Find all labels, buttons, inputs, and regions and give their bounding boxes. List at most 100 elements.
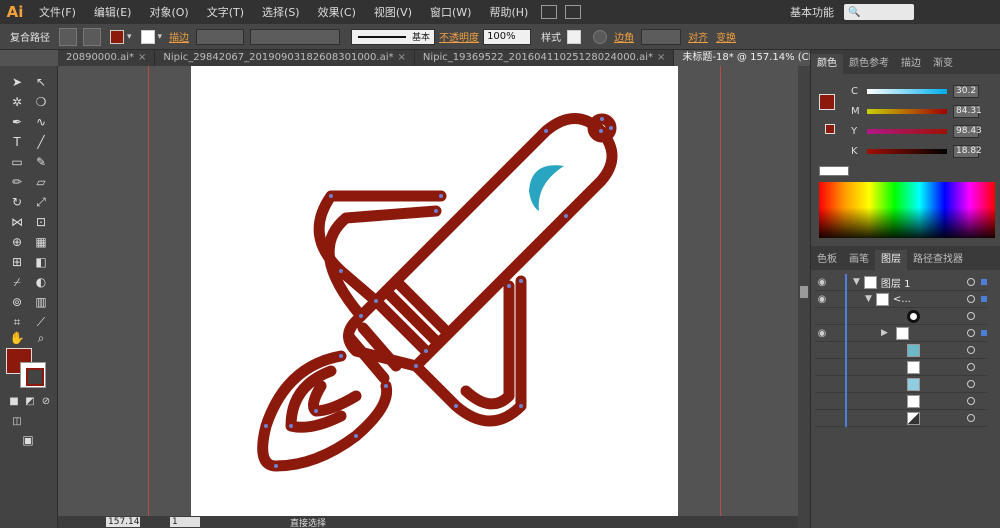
rocket-artwork[interactable] bbox=[191, 66, 678, 516]
tab-swatches[interactable]: 色板 bbox=[811, 250, 843, 270]
selection-indicator[interactable] bbox=[981, 279, 987, 285]
hand-tool-icon[interactable]: ✋ bbox=[9, 330, 25, 346]
chevron-down-icon[interactable]: ▼ bbox=[865, 294, 872, 304]
stroke-color-swatch[interactable] bbox=[140, 29, 155, 44]
eye-icon[interactable]: ◉ bbox=[815, 277, 829, 288]
eraser-icon[interactable]: ▱ bbox=[33, 174, 49, 190]
style-swatch[interactable] bbox=[567, 29, 582, 44]
close-icon[interactable]: × bbox=[398, 52, 406, 63]
screen-mode-icon[interactable]: ▣ bbox=[20, 432, 36, 448]
draw-mode-icon[interactable]: ◫ bbox=[9, 414, 25, 430]
chevron-down-icon[interactable]: ▾ bbox=[158, 32, 163, 42]
layer-row[interactable] bbox=[815, 358, 987, 376]
slider-track[interactable] bbox=[867, 88, 947, 94]
direct-selection-tool-icon[interactable]: ↖ bbox=[33, 74, 49, 90]
layer-row[interactable] bbox=[815, 409, 987, 427]
menu-view[interactable]: 视图(V) bbox=[365, 4, 421, 20]
rotate-icon[interactable]: ↻ bbox=[9, 194, 25, 210]
slice-tool-icon[interactable]: ⟋ bbox=[33, 314, 49, 330]
k-value-input[interactable]: 18.82 bbox=[953, 144, 982, 158]
gradient-tool-icon[interactable]: ◧ bbox=[33, 254, 49, 270]
eye-icon[interactable]: ◉ bbox=[815, 328, 829, 339]
artboard-tool-icon[interactable]: ⌗ bbox=[9, 314, 25, 330]
opacity-input[interactable]: 100% bbox=[483, 28, 532, 45]
mesh-tool-icon[interactable]: ⊞ bbox=[9, 254, 25, 270]
width-tool-icon[interactable]: ⋈ bbox=[9, 214, 25, 230]
lasso-icon[interactable]: ❍ bbox=[33, 94, 49, 110]
shape-builder-icon[interactable]: ⊕ bbox=[9, 234, 25, 250]
menu-window[interactable]: 窗口(W) bbox=[421, 4, 480, 20]
target-icon[interactable] bbox=[967, 329, 975, 337]
artboard[interactable] bbox=[191, 66, 678, 516]
m-value-input[interactable]: 84.31 bbox=[953, 104, 982, 118]
variable-width-field[interactable] bbox=[250, 28, 341, 45]
corner-field[interactable] bbox=[641, 28, 682, 45]
canvas-area[interactable] bbox=[58, 66, 798, 516]
artboard-nav-input[interactable]: 1 bbox=[170, 517, 200, 527]
corner-label[interactable]: 边角 bbox=[614, 29, 634, 44]
layer-row[interactable]: ◉ ▶ bbox=[815, 324, 987, 342]
gradient-mode-icon[interactable]: ◩ bbox=[22, 394, 38, 410]
curvature-tool-icon[interactable]: ∿ bbox=[33, 114, 49, 130]
none-mode-icon[interactable]: ⊘ bbox=[38, 394, 54, 410]
eyedropper-icon[interactable]: ⌿ bbox=[9, 274, 25, 290]
stroke-label[interactable]: 描边 bbox=[169, 29, 189, 44]
isolate-icon[interactable] bbox=[59, 27, 77, 46]
perspective-grid-icon[interactable]: ▦ bbox=[33, 234, 49, 250]
slider-track[interactable] bbox=[867, 148, 947, 154]
layer-row[interactable]: ◉ ▼ 图层 1 bbox=[815, 273, 987, 291]
slider-track[interactable] bbox=[867, 108, 947, 114]
selection-tool-icon[interactable]: ➤ bbox=[9, 74, 25, 90]
stroke-swatch[interactable] bbox=[20, 362, 46, 388]
scroll-thumb[interactable] bbox=[800, 286, 808, 298]
tab-stroke[interactable]: 描边 bbox=[895, 54, 927, 74]
tab-brushes[interactable]: 画笔 bbox=[843, 250, 875, 270]
current-fill-swatch[interactable] bbox=[819, 94, 835, 110]
none-white-swatches[interactable] bbox=[819, 166, 849, 176]
layer-row[interactable] bbox=[815, 392, 987, 410]
y-value-input[interactable]: 98.43 bbox=[953, 124, 982, 138]
tab-gradient[interactable]: 渐变 bbox=[927, 54, 959, 74]
transform-label[interactable]: 变换 bbox=[716, 29, 736, 44]
slider-m[interactable]: M 84.31 bbox=[851, 104, 996, 118]
close-icon[interactable]: × bbox=[138, 52, 146, 63]
target-icon[interactable] bbox=[967, 278, 975, 286]
tab-color[interactable]: 颜色 bbox=[811, 54, 843, 74]
slider-c[interactable]: C 30.2 bbox=[851, 84, 996, 98]
doc-tab[interactable]: Nipic_19369522_20160411025128024000.ai* × bbox=[415, 50, 675, 66]
doc-tab[interactable]: 20890000.ai* × bbox=[58, 50, 156, 66]
rectangle-tool-icon[interactable]: ▭ bbox=[9, 154, 25, 170]
target-icon[interactable] bbox=[967, 414, 975, 422]
search-input[interactable]: 🔍 bbox=[844, 4, 914, 20]
layer-row[interactable]: ◉ ▼ <... bbox=[815, 290, 987, 308]
arrange-documents-icon[interactable] bbox=[565, 5, 582, 19]
graph-tool-icon[interactable]: ▥ bbox=[33, 294, 49, 310]
pen-tool-icon[interactable]: ✒ bbox=[9, 114, 25, 130]
free-transform-icon[interactable]: ⊡ bbox=[33, 214, 49, 230]
color-spectrum[interactable] bbox=[819, 182, 995, 238]
menu-object[interactable]: 对象(O) bbox=[140, 4, 197, 20]
zoom-tool-icon[interactable]: ⌕ bbox=[33, 330, 49, 346]
menu-edit[interactable]: 编辑(E) bbox=[85, 4, 141, 20]
align-label[interactable]: 对齐 bbox=[688, 29, 708, 44]
menu-effect[interactable]: 效果(C) bbox=[309, 4, 365, 20]
paintbrush-icon[interactable]: ✎ bbox=[33, 154, 49, 170]
chevron-down-icon[interactable]: ▾ bbox=[127, 32, 132, 42]
fill-color-swatch[interactable] bbox=[110, 29, 124, 44]
pencil-icon[interactable]: ✏ bbox=[9, 174, 25, 190]
type-tool-icon[interactable]: T bbox=[9, 134, 25, 150]
slider-k[interactable]: K 18.82 bbox=[851, 144, 996, 158]
bridge-icon[interactable] bbox=[541, 5, 558, 19]
color-mode-icon[interactable]: ■ bbox=[6, 394, 22, 410]
layer-row[interactable] bbox=[815, 307, 987, 325]
menu-type[interactable]: 文字(T) bbox=[198, 4, 253, 20]
magic-wand-icon[interactable]: ✲ bbox=[9, 94, 25, 110]
line-tool-icon[interactable]: ╱ bbox=[33, 134, 49, 150]
zoom-input[interactable]: 157.14 bbox=[106, 517, 140, 527]
selection-indicator[interactable] bbox=[981, 296, 987, 302]
brush-definition-field[interactable]: 基本 bbox=[351, 28, 436, 45]
vertical-scrollbar[interactable] bbox=[798, 66, 810, 528]
menu-help[interactable]: 帮助(H) bbox=[480, 4, 537, 20]
scale-icon[interactable]: ⤢ bbox=[33, 194, 49, 210]
slider-y[interactable]: Y 98.43 bbox=[851, 124, 996, 138]
